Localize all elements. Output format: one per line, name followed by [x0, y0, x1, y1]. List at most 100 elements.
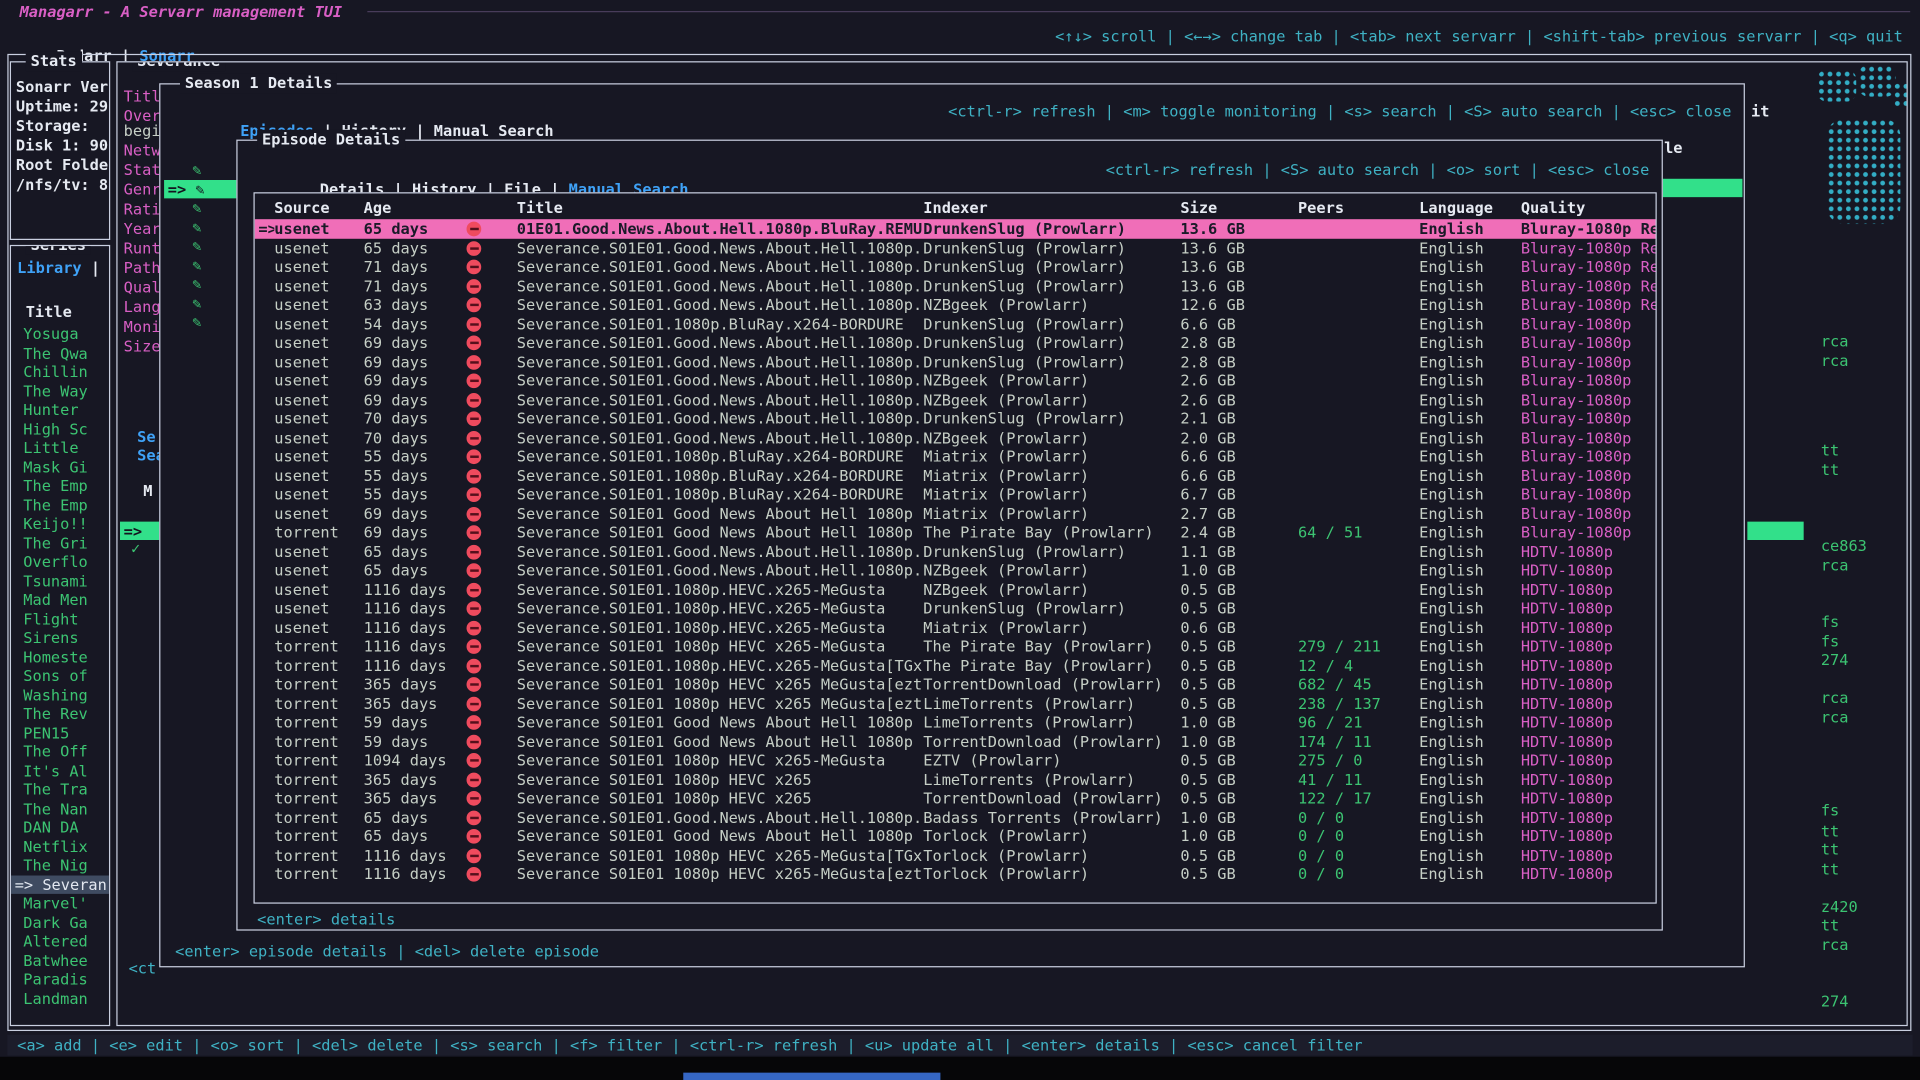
- rejected-icon-bar: [470, 380, 479, 382]
- release-row[interactable]: torrent1116 daysSeverance S01E01 1080p H…: [255, 846, 1656, 865]
- release-title: Severance S01E01 Good News About Hell 10…: [517, 827, 924, 846]
- series-list-item[interactable]: Overflo: [11, 552, 109, 571]
- release-row[interactable]: usenet69 daysSeverance S01E01 Good News …: [255, 504, 1656, 523]
- release-row[interactable]: usenet55 daysSeverance.S01E01.1080p.BluR…: [255, 466, 1656, 485]
- release-row[interactable]: usenet65 daysSeverance.S01E01.Good.News.…: [255, 561, 1656, 580]
- release-row[interactable]: usenet69 daysSeverance.S01E01.Good.News.…: [255, 390, 1656, 409]
- series-list-item[interactable]: PEN15: [11, 723, 109, 742]
- col-header-source: Source: [274, 198, 363, 217]
- rejected-icon-bar: [470, 266, 479, 268]
- release-row[interactable]: torrent365 daysSeverance S01E01 1080p HE…: [255, 675, 1656, 694]
- release-source: torrent: [274, 732, 363, 751]
- release-indexer: DrunkenSlug (Prowlarr): [923, 238, 1180, 257]
- series-list-item[interactable]: The Nig: [11, 856, 109, 875]
- series-list-item[interactable]: Keijo!!: [11, 514, 109, 533]
- series-list-item[interactable]: Tsunami: [11, 571, 109, 590]
- series-list-item[interactable]: Homeste: [11, 647, 109, 666]
- series-list-item[interactable]: The Way: [11, 381, 109, 400]
- series-list-item[interactable]: Landman: [11, 989, 109, 1008]
- release-row[interactable]: usenet63 daysSeverance.S01E01.Good.News.…: [255, 295, 1656, 314]
- series-list-item[interactable]: Sirens: [11, 628, 109, 647]
- series-list-item[interactable]: The Gri: [11, 533, 109, 552]
- release-row[interactable]: usenet65 daysSeverance.S01E01.Good.News.…: [255, 238, 1656, 257]
- rejected-icon-bar: [470, 664, 479, 666]
- release-row[interactable]: usenet1116 daysSeverance.S01E01.1080p.HE…: [255, 618, 1656, 637]
- release-row[interactable]: torrent1094 daysSeverance S01E01 1080p H…: [255, 751, 1656, 770]
- series-list-item[interactable]: DAN DA: [11, 818, 109, 837]
- release-row[interactable]: torrent1116 daysSeverance S01E01 1080p H…: [255, 864, 1656, 883]
- release-size: 1.0 GB: [1180, 732, 1298, 751]
- series-list-item[interactable]: Batwhee: [11, 951, 109, 970]
- release-peers: [1298, 466, 1419, 485]
- release-row[interactable]: usenet1116 daysSeverance.S01E01.1080p.HE…: [255, 599, 1656, 618]
- row-marker: [255, 618, 275, 637]
- series-list-item[interactable]: Washing: [11, 685, 109, 704]
- series-list-item[interactable]: The Off: [11, 742, 109, 761]
- series-list-item[interactable]: Mask Gi: [11, 457, 109, 476]
- col-header-size: Size: [1180, 198, 1298, 217]
- release-age: 1116 days: [364, 580, 464, 599]
- release-row[interactable]: =>usenet65 days01E01.Good.News.About.Hel…: [255, 219, 1656, 238]
- series-list-item[interactable]: It's Al: [11, 761, 109, 780]
- series-list-item[interactable]: Marvel': [11, 894, 109, 913]
- series-list-item[interactable]: Chillin: [11, 362, 109, 381]
- release-size: 0.5 GB: [1180, 580, 1298, 599]
- release-peers: 0 / 0: [1298, 827, 1419, 846]
- series-list-item[interactable]: => Severan: [11, 875, 109, 894]
- release-row[interactable]: usenet55 daysSeverance.S01E01.1080p.BluR…: [255, 485, 1656, 504]
- release-age: 70 days: [364, 428, 464, 447]
- release-row[interactable]: usenet71 daysSeverance.S01E01.Good.News.…: [255, 257, 1656, 276]
- series-list-item[interactable]: The Tra: [11, 780, 109, 799]
- series-list-item[interactable]: Yosuga: [11, 324, 109, 343]
- release-age: 365 days: [364, 675, 464, 694]
- release-row[interactable]: torrent59 daysSeverance S01E01 Good News…: [255, 732, 1656, 751]
- release-row[interactable]: usenet69 daysSeverance.S01E01.Good.News.…: [255, 352, 1656, 371]
- series-list-item[interactable]: High Sc: [11, 419, 109, 438]
- terminal-screen: Managarr - A Servarr management TUI Rada…: [0, 0, 1920, 1080]
- release-row[interactable]: torrent1116 daysSeverance S01E01 1080p H…: [255, 637, 1656, 656]
- release-row[interactable]: torrent59 daysSeverance S01E01 Good News…: [255, 713, 1656, 732]
- release-row[interactable]: usenet55 daysSeverance.S01E01.1080p.BluR…: [255, 447, 1656, 466]
- release-peers: [1298, 485, 1419, 504]
- series-list-item[interactable]: The Emp: [11, 495, 109, 514]
- release-language: English: [1419, 542, 1521, 561]
- col-header-quality: Quality: [1521, 198, 1656, 217]
- tab-library[interactable]: Library: [17, 258, 82, 276]
- release-row[interactable]: usenet69 daysSeverance.S01E01.Good.News.…: [255, 333, 1656, 352]
- taskbar-fragment: [683, 1073, 940, 1080]
- series-list-item[interactable]: Mad Men: [11, 590, 109, 609]
- series-list-item[interactable]: Dark Ga: [11, 913, 109, 932]
- release-row[interactable]: torrent365 daysSeverance S01E01 1080p HE…: [255, 694, 1656, 713]
- release-row[interactable]: torrent365 daysSeverance S01E01 1080p HE…: [255, 770, 1656, 789]
- release-row[interactable]: torrent65 daysSeverance.S01E01.Good.News…: [255, 808, 1656, 827]
- release-row[interactable]: torrent1116 daysSeverance.S01E01.1080p.H…: [255, 656, 1656, 675]
- series-list-item[interactable]: Hunter: [11, 400, 109, 419]
- rejected-icon-cell: [464, 713, 517, 732]
- monitored-icon: ✎: [192, 274, 201, 293]
- release-row[interactable]: torrent365 daysSeverance S01E01 1080p HE…: [255, 789, 1656, 808]
- release-title: Severance S01E01 Good News About Hell 10…: [517, 713, 924, 732]
- release-row[interactable]: usenet65 daysSeverance.S01E01.Good.News.…: [255, 542, 1656, 561]
- rejected-icon-cell: [464, 314, 517, 333]
- release-row[interactable]: usenet69 daysSeverance.S01E01.Good.News.…: [255, 371, 1656, 390]
- series-list-item[interactable]: The Qwa: [11, 343, 109, 362]
- monitored-icon: ✎: [192, 160, 201, 179]
- series-list-item[interactable]: Little: [11, 438, 109, 457]
- series-list-item[interactable]: Altered: [11, 932, 109, 951]
- series-list-item[interactable]: Sons of: [11, 666, 109, 685]
- release-row[interactable]: usenet70 daysSeverance.S01E01.Good.News.…: [255, 409, 1656, 428]
- series-list-item[interactable]: The Emp: [11, 476, 109, 495]
- rejected-icon-bar: [470, 437, 479, 439]
- season-selected-episode-row[interactable]: => ✎: [164, 179, 237, 197]
- series-list-item[interactable]: Flight: [11, 609, 109, 628]
- series-list-item[interactable]: The Nan: [11, 799, 109, 818]
- release-row[interactable]: usenet70 daysSeverance.S01E01.Good.News.…: [255, 428, 1656, 447]
- release-row[interactable]: torrent69 daysSeverance S01E01 Good News…: [255, 523, 1656, 542]
- release-row[interactable]: usenet1116 daysSeverance.S01E01.1080p.HE…: [255, 580, 1656, 599]
- release-row[interactable]: usenet71 daysSeverance.S01E01.Good.News.…: [255, 276, 1656, 295]
- release-row[interactable]: torrent65 daysSeverance S01E01 Good News…: [255, 827, 1656, 846]
- series-list-item[interactable]: Paradis: [11, 970, 109, 989]
- release-row[interactable]: usenet54 daysSeverance.S01E01.1080p.BluR…: [255, 314, 1656, 333]
- series-list-item[interactable]: Netflix: [11, 837, 109, 856]
- series-list-item[interactable]: The Rev: [11, 704, 109, 723]
